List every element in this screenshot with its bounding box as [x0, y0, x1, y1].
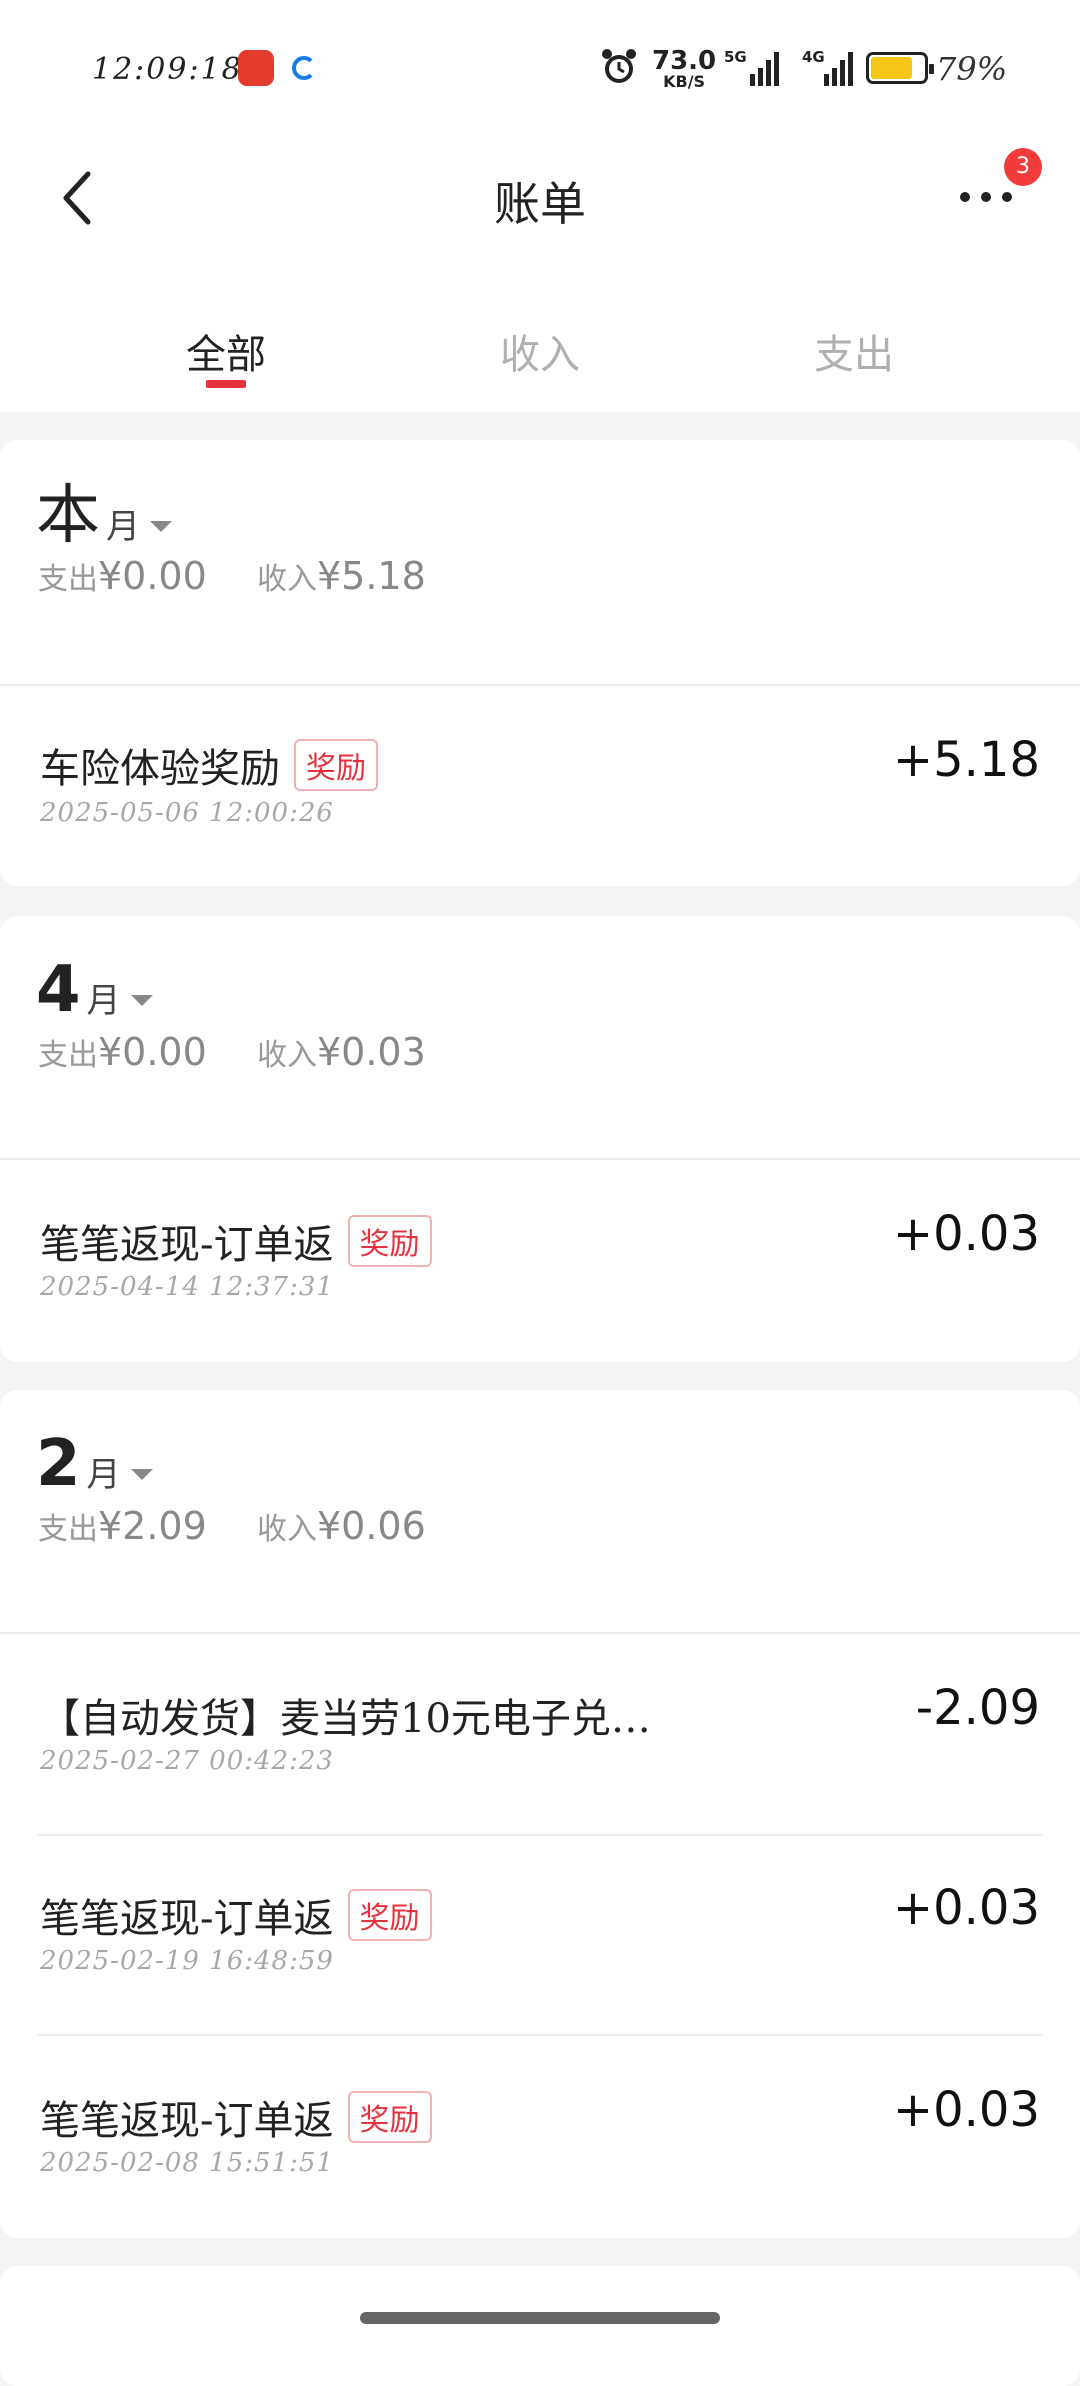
tab-active-indicator	[206, 380, 246, 388]
status-bar: 12:09:18 73.0 KB/S 5G 4G 79%	[0, 0, 1080, 140]
month-selector[interactable]: 2 月	[36, 1432, 153, 1496]
signal-4g-label: 4G	[802, 48, 825, 66]
more-icon[interactable]	[956, 184, 1016, 208]
status-time: 12:09:18	[92, 52, 243, 87]
app-notification-icon	[238, 50, 274, 86]
item-date: 2025-02-19 16:48:59	[40, 1946, 334, 1976]
month-unit: 月	[86, 1455, 121, 1496]
reward-tag: 奖励	[294, 739, 378, 791]
item-title: 车险体验奖励	[40, 746, 280, 792]
item-amount: +0.03	[892, 2082, 1040, 2138]
battery-icon	[866, 52, 934, 84]
month-card	[0, 2266, 1080, 2386]
sync-notification-icon	[292, 56, 316, 80]
item-title: 笔笔返现-订单返	[40, 1896, 334, 1942]
tab-all[interactable]: 全部	[126, 322, 326, 380]
notification-badge: 3	[1004, 148, 1042, 186]
month-card: 本 月 支出¥0.00 收入¥5.18 车险体验奖励 奖励 2025-05-06…	[0, 440, 1080, 886]
month-number: 本	[36, 479, 100, 553]
chevron-down-icon	[150, 521, 172, 532]
chevron-down-icon	[130, 995, 153, 1006]
item-amount: -2.09	[915, 1680, 1040, 1736]
signal-5g-icon: 5G	[724, 48, 779, 86]
alarm-icon	[602, 49, 636, 83]
month-number: 4	[36, 953, 81, 1027]
tab-expense[interactable]: 支出	[754, 322, 954, 380]
page-title: 账单	[494, 177, 586, 231]
item-date: 2025-02-08 15:51:51	[40, 2148, 334, 2178]
month-card: 4 月 支出¥0.00 收入¥0.03 笔笔返现-订单返 奖励 2025-04-…	[0, 916, 1080, 1362]
nav-bar: 账单	[0, 140, 1080, 270]
reward-tag: 奖励	[347, 2091, 432, 2143]
home-indicator[interactable]	[360, 2312, 720, 2324]
reward-tag: 奖励	[347, 1215, 432, 1267]
month-number: 2	[36, 1427, 81, 1501]
month-summary: 支出¥0.00 收入¥0.03	[38, 1030, 426, 1074]
tab-income[interactable]: 收入	[440, 322, 640, 380]
signal-5g-label: 5G	[724, 48, 747, 66]
item-title: 笔笔返现-订单返	[40, 2098, 334, 2144]
month-summary: 支出¥0.00 收入¥5.18	[38, 554, 426, 598]
item-title: 笔笔返现-订单返	[40, 1222, 334, 1268]
month-card: 2 月 支出¥2.09 收入¥0.06 【自动发货】麦当劳10元电子兑… 202…	[0, 1390, 1080, 2238]
battery-fill	[871, 57, 913, 79]
chevron-down-icon	[130, 1469, 153, 1480]
item-date: 2025-05-06 12:00:26	[40, 798, 334, 828]
month-unit: 月	[86, 981, 121, 1022]
network-speed: 73.0 KB/S	[652, 46, 717, 91]
month-selector[interactable]: 本 月	[36, 484, 172, 548]
item-amount: +5.18	[892, 732, 1040, 788]
month-unit: 月	[106, 507, 140, 548]
tab-bar: 全部 收入 支出	[0, 270, 1080, 412]
item-amount: +0.03	[892, 1206, 1040, 1262]
reward-tag: 奖励	[347, 1889, 432, 1941]
month-summary: 支出¥2.09 收入¥0.06	[38, 1504, 426, 1548]
item-date: 2025-02-27 00:42:23	[40, 1746, 334, 1776]
item-amount: +0.03	[892, 1880, 1040, 1936]
signal-4g-icon: 4G	[802, 48, 853, 86]
month-selector[interactable]: 4 月	[36, 958, 153, 1022]
item-title: 【自动发货】麦当劳10元电子兑…	[40, 1696, 651, 1742]
item-date: 2025-04-14 12:37:31	[40, 1272, 334, 1302]
battery-percent: 79%	[936, 50, 1008, 88]
